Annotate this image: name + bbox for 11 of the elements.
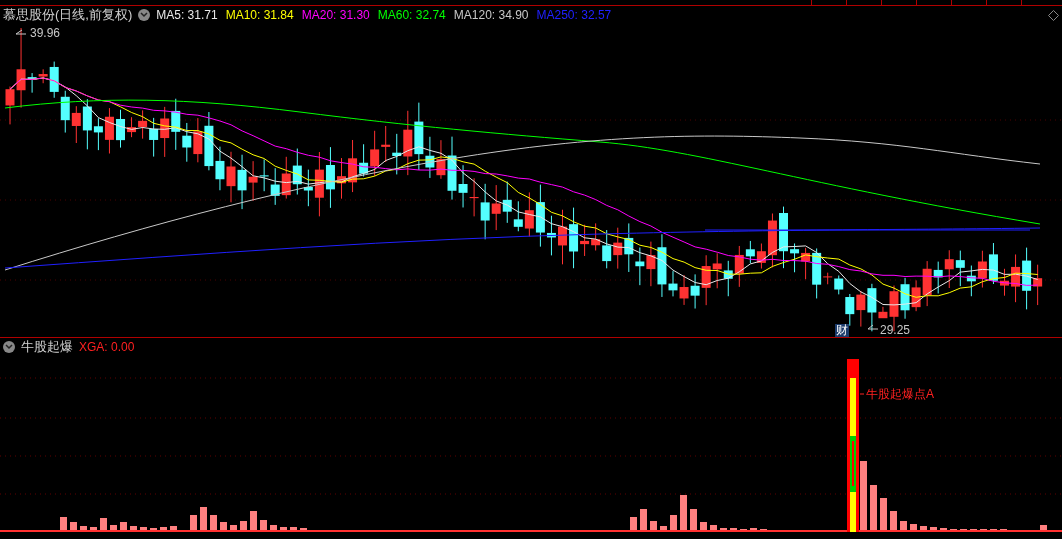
signal-annotation: 牛股起爆点A xyxy=(866,387,934,401)
ma-reading: MA120: 34.90 xyxy=(453,7,529,24)
ma-reading: MA5: 31.71 xyxy=(156,7,218,24)
indicator-title: 牛股起爆 xyxy=(21,338,73,357)
ma-reading: MA20: 31.30 xyxy=(301,7,370,24)
ma-reading: MA250: 32.57 xyxy=(536,7,612,24)
ma-reading: MA60: 32.74 xyxy=(377,7,446,24)
ma-reading: MA10: 31.84 xyxy=(225,7,294,24)
indicator-reading: XGA: 0.00 xyxy=(79,339,135,356)
financial-report-badge[interactable]: 财 xyxy=(835,324,849,337)
stock-title: 慕思股份(日线,前复权) xyxy=(3,6,133,25)
